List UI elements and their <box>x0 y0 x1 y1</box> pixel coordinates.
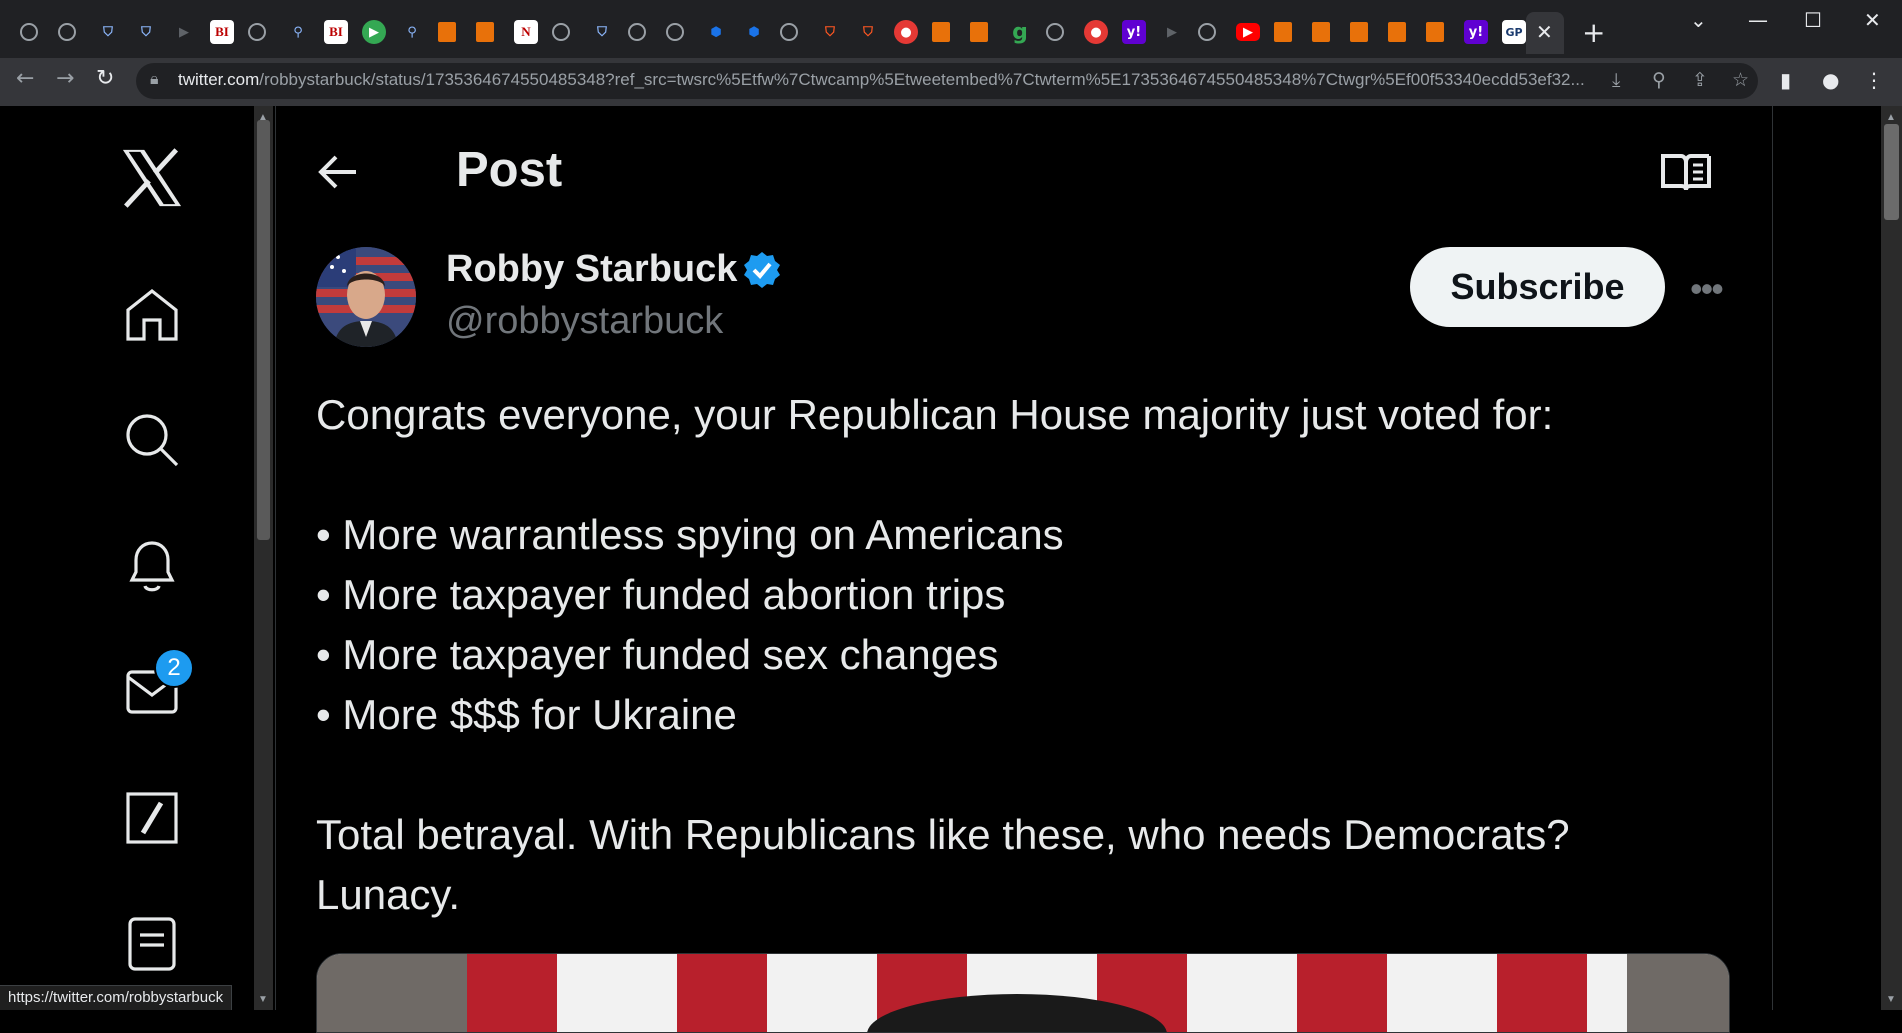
compose-icon[interactable] <box>120 786 184 850</box>
url-path: /robbystarbuck/status/173536467455048534… <box>259 70 1585 89</box>
maximize-button[interactable]: ☐ <box>1804 8 1822 32</box>
page-scrollbar-thumb[interactable] <box>1884 124 1899 220</box>
tab-search-icon[interactable]: ⌄ <box>1690 8 1707 32</box>
verified-badge-icon[interactable] <box>742 250 782 295</box>
tab-favicon-bookmark-icon[interactable] <box>476 22 494 42</box>
scroll-up-arrow-icon[interactable]: ▲ <box>258 112 268 123</box>
post-text-line <box>316 445 1736 505</box>
tab-favicon-globe-icon[interactable] <box>1046 23 1064 41</box>
divider <box>1772 106 1773 1010</box>
tab-favicon-yahoo-icon[interactable]: y! <box>1464 20 1488 44</box>
tab-favicon-bookmark-icon[interactable] <box>1350 22 1368 42</box>
post-text: Congrats everyone, your Republican House… <box>316 385 1736 925</box>
post-text-line <box>316 745 1736 805</box>
bookmark-star-icon[interactable]: ☆ <box>1732 69 1749 91</box>
lists-icon[interactable] <box>120 912 184 976</box>
post-text-line: • More taxpayer funded sex changes <box>316 631 999 678</box>
tab-favicon-bookmark-icon[interactable] <box>1312 22 1330 42</box>
page-title: Post <box>456 143 563 197</box>
page-scroll-down-arrow-icon[interactable]: ▼ <box>1886 994 1896 1005</box>
divider <box>275 106 276 1010</box>
tab-favicon-globe-icon[interactable] <box>780 23 798 41</box>
tab-favicon-red-icon[interactable]: ● <box>1084 20 1108 44</box>
tab-favicon-globe-icon[interactable] <box>58 23 76 41</box>
back-arrow-icon[interactable] <box>316 152 360 197</box>
tab-favicon-gp-icon[interactable]: GP <box>1502 20 1526 44</box>
tab-favicon-play-icon[interactable]: ▶ <box>362 20 386 44</box>
home-icon[interactable] <box>120 283 184 347</box>
share-icon[interactable]: ⇪ <box>1692 69 1708 91</box>
tab-favicon-orange-shield-icon[interactable]: ⛉ <box>818 20 842 44</box>
page-scroll-up-arrow-icon[interactable]: ▲ <box>1886 112 1896 123</box>
tab-favicon-bookmark-icon[interactable] <box>438 22 456 42</box>
forward-nav-icon[interactable]: → <box>56 66 74 91</box>
author-name[interactable]: Robby Starbuck <box>446 248 737 291</box>
tab-favicon-globe-icon[interactable] <box>1198 23 1216 41</box>
tab-favicon-shield-icon[interactable]: ⛉ <box>96 20 120 44</box>
avatar[interactable] <box>316 247 416 347</box>
back-nav-icon[interactable]: ← <box>16 66 34 91</box>
more-options-icon[interactable]: ••• <box>1690 268 1724 310</box>
tab-favicon-bookmark-icon[interactable] <box>1274 22 1292 42</box>
link-status-bar: https://twitter.com/robbystarbuck <box>0 985 233 1010</box>
page-scrollbar[interactable] <box>1881 106 1902 1010</box>
install-icon[interactable]: ⤓ <box>1612 69 1620 91</box>
tab-favicon-bookmark-icon[interactable] <box>932 22 950 42</box>
tab-favicon-blue-icon[interactable]: ⬢ <box>704 20 728 44</box>
menu-icon[interactable]: ⋮ <box>1864 68 1884 92</box>
close-tab-icon[interactable]: ✕ <box>1536 20 1553 44</box>
reader-mode-icon[interactable] <box>1660 152 1712 199</box>
tab-favicon-news-icon[interactable]: N <box>514 20 538 44</box>
tab-favicon-globe-icon[interactable] <box>248 23 266 41</box>
x-logo-icon[interactable] <box>120 146 184 210</box>
notification-badge: 2 <box>154 648 194 688</box>
tab-favicon-bookmark-icon[interactable] <box>970 22 988 42</box>
tab-favicon-shield-icon[interactable]: ⛉ <box>590 20 614 44</box>
author-handle[interactable]: @robbystarbuck <box>446 300 723 343</box>
zoom-icon[interactable]: ⚲ <box>1652 69 1666 91</box>
scroll-down-arrow-icon[interactable]: ▼ <box>258 994 268 1005</box>
tab-favicon-search-icon[interactable]: ⚲ <box>286 20 310 44</box>
search-icon[interactable] <box>120 408 184 472</box>
reload-icon[interactable]: ↻ <box>96 66 114 91</box>
url-text[interactable]: twitter.com/robbystarbuck/status/1735364… <box>178 70 1585 90</box>
post-text-line: Total betrayal. With Republicans like th… <box>316 811 1570 858</box>
post-media-image[interactable] <box>316 953 1730 1033</box>
tab-favicon-red-icon[interactable]: ● <box>894 20 918 44</box>
tab-favicon-orange-shield-icon[interactable]: ⛉ <box>856 20 880 44</box>
side-panel-icon[interactable]: ▮ <box>1780 68 1791 92</box>
bell-icon[interactable] <box>120 534 184 598</box>
tab-favicon-bi-icon[interactable]: BI <box>324 20 348 44</box>
profile-icon[interactable]: ● <box>1822 68 1839 92</box>
post-text-line: • More $$$ for Ukraine <box>316 691 737 738</box>
tab-favicon-globe-icon[interactable] <box>20 23 38 41</box>
tab-favicon-dark-arrow-icon[interactable]: ▶ <box>1160 20 1184 44</box>
new-tab-button[interactable]: + <box>1582 16 1605 49</box>
lock-icon[interactable]: 🔒︎ <box>150 71 159 89</box>
tab-favicon-search-icon[interactable]: ⚲ <box>400 20 424 44</box>
tab-favicon-shield-icon[interactable]: ⛉ <box>134 20 158 44</box>
subscribe-button[interactable]: Subscribe <box>1410 247 1665 327</box>
minimize-button[interactable]: — <box>1748 8 1768 32</box>
post-text-line: Congrats everyone, your Republican House… <box>316 391 1554 438</box>
tab-favicon-bi-icon[interactable]: BI <box>210 20 234 44</box>
sidebar-scrollbar-thumb[interactable] <box>257 120 270 540</box>
post-text-line: • More taxpayer funded abortion trips <box>316 571 1006 618</box>
tab-favicon-dark-arrow-icon[interactable]: ▶ <box>172 20 196 44</box>
post-text-line: • More warrantless spying on Americans <box>316 511 1064 558</box>
tab-favicon-globe-icon[interactable] <box>628 23 646 41</box>
tab-favicon-bookmark-icon[interactable] <box>1388 22 1406 42</box>
tab-favicon-youtube-icon[interactable]: ▶ <box>1236 23 1260 41</box>
post-text-line: Lunacy. <box>316 871 460 918</box>
tab-favicon-blue-icon[interactable]: ⬢ <box>742 20 766 44</box>
tab-favicon-bookmark-icon[interactable] <box>1426 22 1444 42</box>
tab-favicon-globe-icon[interactable] <box>666 23 684 41</box>
url-host: twitter.com <box>178 70 260 89</box>
tab-favicon-yahoo-icon[interactable]: y! <box>1122 20 1146 44</box>
tab-favicon-green-g-icon[interactable]: g <box>1008 20 1032 45</box>
tab-favicon-globe-icon[interactable] <box>552 23 570 41</box>
close-window-button[interactable]: ✕ <box>1864 8 1881 32</box>
